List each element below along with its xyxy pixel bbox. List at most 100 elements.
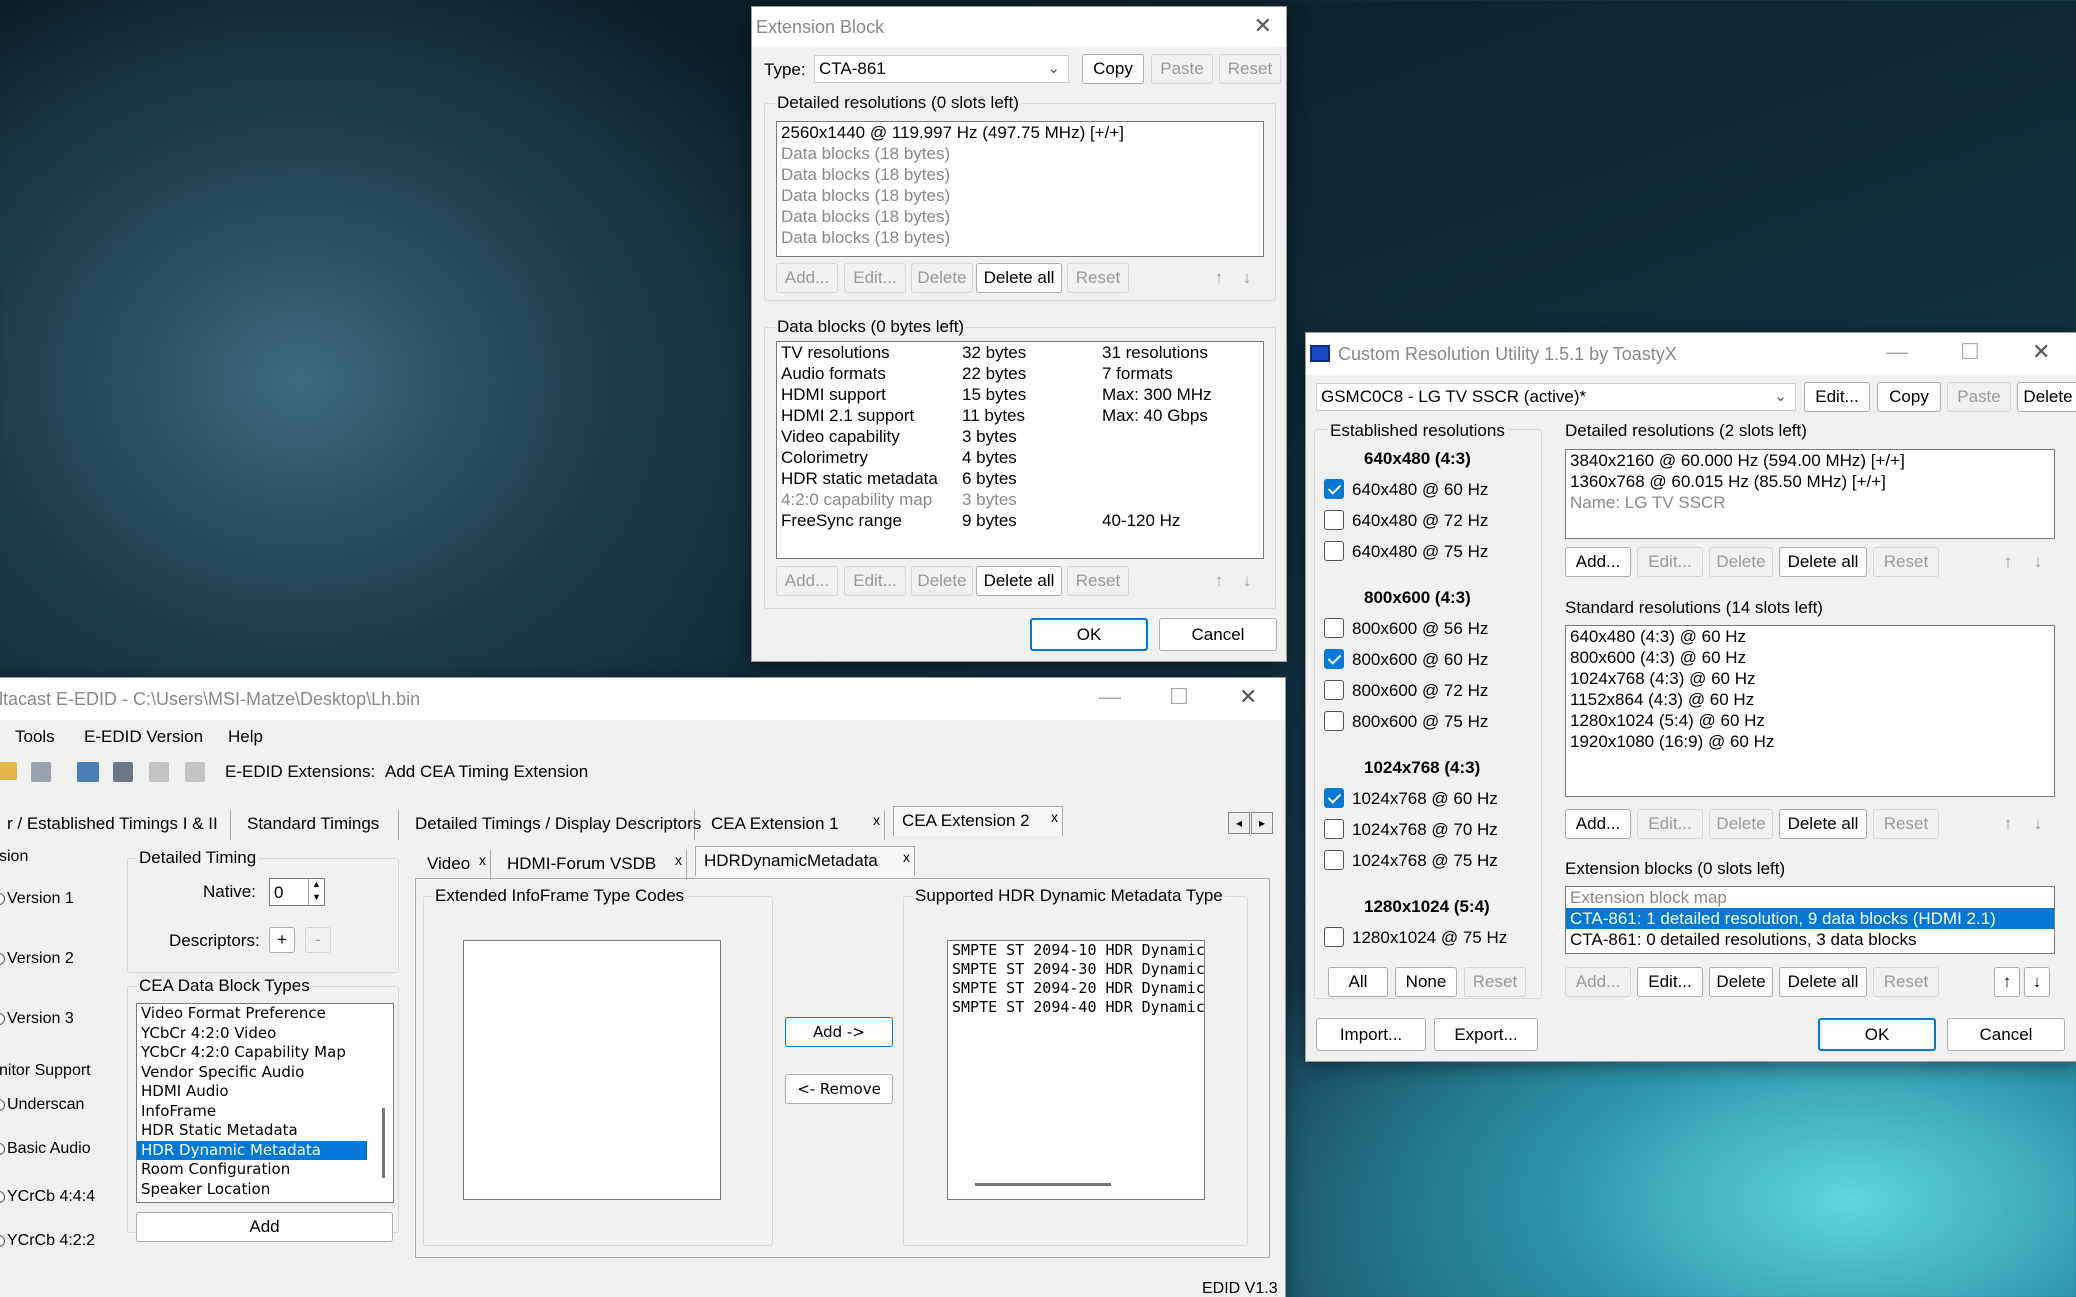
radio-icon[interactable] [0, 953, 5, 965]
radio-icon[interactable] [0, 1099, 5, 1111]
maximize-icon[interactable]: ☐ [1169, 684, 1189, 710]
edit-button[interactable]: Edit... [1637, 967, 1703, 997]
tab[interactable]: Detailed Timings / Display Descriptors [407, 810, 701, 840]
edit-button[interactable]: Edit... [1804, 382, 1870, 412]
list-item[interactable]: Data blocks (18 bytes) [777, 164, 1263, 185]
minimize-icon[interactable]: — [1886, 339, 1908, 365]
checkbox[interactable] [1324, 479, 1344, 499]
tab[interactable]: Standard Timings [239, 810, 399, 840]
subtab[interactable]: HDRDynamicMetadata x [695, 846, 915, 876]
delete-all-button[interactable]: Delete all [1779, 547, 1867, 577]
type-select[interactable]: CTA-861 ⌄ [814, 55, 1069, 83]
tab[interactable]: CEA Extension 2 x [893, 806, 1063, 836]
list-item[interactable]: YCbCr 4:2:0 Video [137, 1024, 367, 1044]
list-item[interactable]: 1920x1080 (16:9) @ 60 Hz [1566, 731, 2054, 752]
tab-close-icon[interactable]: x [903, 849, 910, 865]
table-row[interactable]: Colorimetry 4 bytes [777, 447, 1263, 468]
reset-button[interactable]: Reset [1067, 566, 1129, 596]
delete-button[interactable]: Delete [2017, 382, 2076, 412]
close-icon[interactable]: ✕ [1239, 684, 1257, 710]
list-item[interactable]: SMPTE ST 2094-20 HDR Dynamic [948, 979, 1204, 998]
edit-button[interactable]: Edit... [844, 566, 906, 596]
add-button[interactable]: Add [136, 1212, 393, 1242]
reset-button[interactable]: Reset [1873, 547, 1939, 577]
reset-button[interactable]: Reset [1464, 967, 1526, 997]
cancel-button[interactable]: Cancel [1947, 1018, 2065, 1051]
add-button[interactable]: Add... [776, 263, 838, 293]
delete-all-button[interactable]: Delete all [976, 263, 1062, 293]
list-item[interactable]: 800x600 (4:3) @ 60 Hz [1566, 647, 2054, 668]
copy-button[interactable]: Copy [1082, 54, 1144, 84]
list-item[interactable]: SMPTE ST 2094-40 HDR Dynamic [948, 998, 1204, 1017]
list-item[interactable]: SMPTE ST 2094-10 HDR Dynamic [948, 941, 1204, 960]
radio-icon[interactable] [0, 1143, 5, 1155]
delete-all-button[interactable]: Delete all [1779, 809, 1867, 839]
checkbox[interactable] [1324, 788, 1344, 808]
list-item[interactable]: SMPTE ST 2094-30 HDR Dynamic [948, 960, 1204, 979]
list-item[interactable]: HDMI Audio [137, 1082, 367, 1102]
paste-button[interactable]: Paste [1947, 382, 2011, 412]
radio-icon[interactable] [0, 1013, 5, 1025]
checkbox-label[interactable]: 640x480 @ 72 Hz [1352, 511, 1488, 531]
table-row[interactable]: HDMI 2.1 support 11 bytes Max: 40 Gbps [777, 405, 1263, 426]
data-blocks-list[interactable]: TV resolutions 32 bytes 31 resolutions Audi… [776, 341, 1264, 559]
monitor-save-icon[interactable] [113, 762, 133, 782]
tab-close-icon[interactable]: x [873, 812, 880, 828]
subtab[interactable]: Video x [419, 850, 491, 880]
table-row[interactable]: Video capability 3 bytes [777, 426, 1263, 447]
cancel-button[interactable]: Cancel [1159, 618, 1277, 651]
spin-up-icon[interactable]: ▲ [308, 879, 324, 892]
delete-button[interactable]: Delete [911, 263, 973, 293]
remove-descriptor-button[interactable]: - [305, 927, 331, 953]
horizontal-scrollbar[interactable] [975, 1183, 1111, 1186]
tab-close-icon[interactable]: x [675, 852, 682, 868]
checkbox-label[interactable]: 800x600 @ 56 Hz [1352, 619, 1488, 639]
maximize-icon[interactable]: ☐ [1960, 339, 1980, 365]
table-icon[interactable] [77, 762, 99, 782]
tab[interactable]: CEA Extension 1 x [703, 810, 885, 840]
none-button[interactable]: None [1395, 967, 1457, 997]
option-label[interactable]: Version 2 [7, 950, 74, 968]
add-button[interactable]: Add... [1565, 809, 1631, 839]
cea-data-block-list[interactable]: Video Format Preference YCbCr 4:2:0 Video… [136, 1003, 394, 1203]
native-spinner[interactable]: 0 ▲ ▼ [269, 878, 325, 906]
list-item[interactable]: Data blocks (18 bytes) [777, 185, 1263, 206]
radio-icon[interactable] [0, 1235, 5, 1247]
list-item[interactable]: HDR Dynamic Metadata [137, 1140, 367, 1160]
checkbox-label[interactable]: 1280x1024 @ 75 Hz [1352, 928, 1507, 948]
option-label[interactable]: YCrCb 4:4:4 [7, 1188, 95, 1206]
list-item[interactable]: Room Configuration [137, 1160, 367, 1180]
list-item[interactable]: HDR Static Metadata [137, 1121, 367, 1141]
close-icon[interactable]: ✕ [2032, 339, 2050, 365]
delete-button[interactable]: Delete [1709, 809, 1773, 839]
list-item[interactable]: 1280x1024 (5:4) @ 60 Hz [1566, 710, 2054, 731]
move-down-icon[interactable]: ↓ [1235, 265, 1259, 291]
remove-arrow-button[interactable]: <- Remove [785, 1074, 893, 1104]
tab-close-icon[interactable]: x [1051, 809, 1058, 825]
ok-button[interactable]: OK [1030, 618, 1148, 651]
add-button[interactable]: Add... [776, 566, 838, 596]
move-up-icon[interactable]: ↑ [1996, 811, 2020, 837]
checkbox[interactable] [1324, 649, 1344, 669]
checkbox[interactable] [1324, 927, 1344, 947]
monitor-write-icon[interactable] [185, 762, 205, 782]
extension-blocks-list[interactable]: Extension block map CTA-861: 1 detailed r… [1565, 886, 2055, 954]
checkbox-label[interactable]: 800x600 @ 72 Hz [1352, 681, 1488, 701]
list-item[interactable]: 640x480 (4:3) @ 60 Hz [1566, 626, 2054, 647]
detailed-list[interactable]: 2560x1440 @ 119.997 Hz (497.75 MHz) [+/+… [776, 121, 1264, 257]
list-item[interactable]: InfoFrame [137, 1102, 367, 1122]
reset-button[interactable]: Reset [1219, 54, 1281, 84]
ok-button[interactable]: OK [1818, 1018, 1936, 1051]
checkbox[interactable] [1324, 850, 1344, 870]
list-item[interactable]: YCbCr 4:2:0 Capability Map [137, 1043, 367, 1063]
detailed-list[interactable]: 3840x2160 @ 60.000 Hz (594.00 MHz) [+/+]… [1565, 449, 2055, 539]
checkbox-label[interactable]: 640x480 @ 75 Hz [1352, 542, 1488, 562]
edit-button[interactable]: Edit... [1637, 809, 1703, 839]
radio-icon[interactable] [0, 1191, 5, 1203]
edit-button[interactable]: Edit... [1637, 547, 1703, 577]
move-up-icon[interactable]: ↑ [1994, 967, 2020, 997]
menu-item[interactable]: E-EDID Version [84, 727, 203, 747]
vertical-scrollbar[interactable] [382, 1108, 385, 1178]
reset-button[interactable]: Reset [1873, 809, 1939, 839]
open-icon[interactable] [0, 762, 17, 780]
